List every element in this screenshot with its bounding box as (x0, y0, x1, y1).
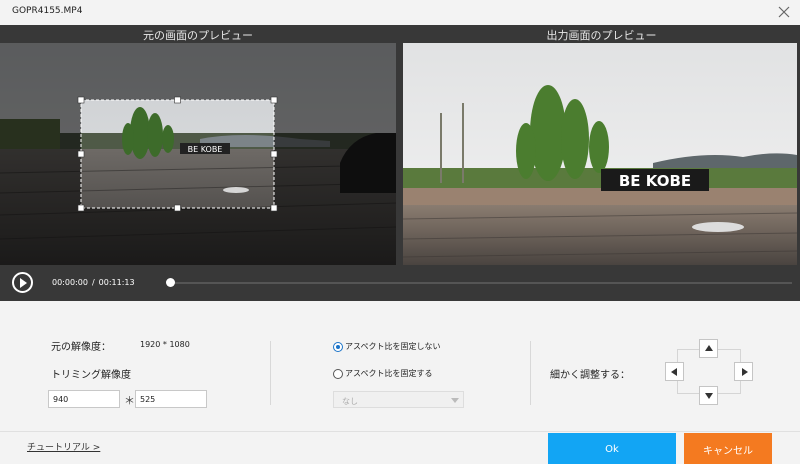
aspect-unlocked-option[interactable]: アスペクト比を固定しない (333, 341, 440, 352)
aspect-locked-label: アスペクト比を固定する (345, 369, 433, 378)
output-preview: BE KOBE (403, 43, 797, 265)
close-icon[interactable] (776, 4, 792, 20)
tutorial-link[interactable]: チュートリアル > (27, 440, 100, 453)
aspect-unlocked-radio[interactable] (333, 341, 343, 352)
aspect-ratio-value: なし (342, 397, 358, 406)
aspect-unlocked-label: アスペクト比を固定しない (345, 342, 441, 351)
play-icon[interactable] (12, 272, 33, 293)
settings-panel: 元の解像度： 1920 * 1080 トリミング解像度 ＊ アスペクト比を固定し… (0, 301, 800, 431)
seek-handle[interactable] (166, 278, 175, 287)
current-time: 00:00:00 (52, 278, 88, 287)
crop-box[interactable] (0, 43, 396, 265)
aspect-locked-radio[interactable] (333, 368, 343, 379)
fine-adjust-label: 細かく調整する： (550, 370, 630, 381)
crop-handle-left[interactable] (77, 150, 85, 158)
footer: チュートリアル > Ok キャンセル (0, 431, 800, 464)
seek-bar[interactable] (170, 282, 792, 284)
crop-handle-top-left[interactable] (77, 96, 85, 104)
arrow-left-icon (671, 368, 677, 376)
divider (530, 341, 531, 405)
arrow-right-icon (742, 368, 748, 376)
original-preview: BE KOBE (0, 43, 396, 265)
crop-handle-right[interactable] (270, 150, 278, 158)
aspect-locked-option[interactable]: アスペクト比を固定する (333, 368, 432, 379)
nudge-down-button[interactable] (699, 386, 718, 405)
divider (270, 341, 271, 405)
crop-handle-bottom-right[interactable] (270, 204, 278, 212)
preview-area: 元の画面のプレビュー 出力画面のプレビュー BE KOBE BE KOBE 00… (0, 25, 800, 301)
original-resolution-label: 元の解像度： (51, 342, 111, 353)
trim-height-input[interactable] (135, 390, 207, 408)
original-preview-label: 元の画面のプレビュー (143, 29, 253, 42)
title-bar: GOPR4155.MP4 (0, 0, 800, 25)
output-preview-label: 出力画面のプレビュー (546, 29, 657, 42)
crop-handle-top-right[interactable] (270, 96, 278, 104)
trim-resolution-label: トリミング解像度 (51, 370, 131, 381)
crop-handle-bottom[interactable] (174, 204, 181, 212)
trim-width-input[interactable] (48, 390, 120, 408)
original-resolution-value: 1920 * 1080 (140, 340, 190, 349)
crop-handle-top[interactable] (174, 96, 181, 104)
crop-handle-bottom-left[interactable] (77, 204, 85, 212)
ok-button[interactable]: Ok (548, 433, 676, 464)
nudge-left-button[interactable] (665, 362, 684, 381)
nudge-up-button[interactable] (699, 339, 718, 358)
arrow-down-icon (705, 393, 713, 399)
time-separator: / (91, 278, 95, 287)
multiply-sign: ＊ (124, 394, 135, 407)
cancel-button[interactable]: キャンセル (684, 433, 772, 464)
aspect-ratio-select[interactable]: なし (333, 391, 464, 408)
nudge-right-button[interactable] (734, 362, 753, 381)
output-sign-text: BE KOBE (619, 172, 691, 190)
time-display: 00:00:00/00:11:13 (52, 278, 135, 287)
window-title: GOPR4155.MP4 (12, 6, 83, 16)
playback-controls: 00:00:00/00:11:13 (0, 265, 800, 301)
total-time: 00:11:13 (98, 278, 135, 287)
output-preview-image: BE KOBE (403, 43, 797, 265)
chevron-down-icon (451, 398, 459, 403)
arrow-up-icon (705, 345, 713, 351)
fine-adjust-pad (663, 338, 754, 406)
